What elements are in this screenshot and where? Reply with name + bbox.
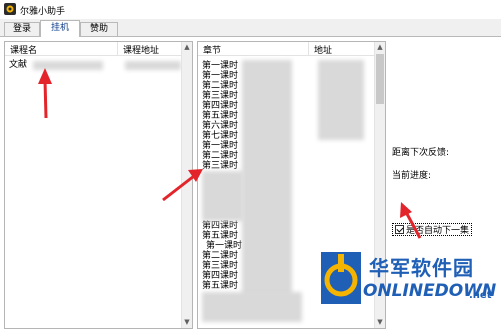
tab-sponsor[interactable]: 赞助 [80,22,118,37]
list-item[interactable]: 第三课时 [202,91,238,101]
window-title: 尔雅小助手 [20,7,66,17]
column-header-course-name[interactable]: 课程名 [10,43,37,56]
redacted-text [202,171,244,221]
list-item[interactable]: 第一课时 [202,61,238,71]
column-header-course-url[interactable]: 课程地址 [123,43,159,56]
course-list[interactable]: 课程名 课程地址 文献 ▲ ▼ [4,41,193,329]
auto-next-checkbox[interactable]: 是否自动下一集 [392,223,473,236]
redacted-text [202,292,302,322]
list-item[interactable]: 第三课时 [202,161,238,171]
redacted-text [33,61,103,70]
chapter-list-header: 章节 地址 [198,42,375,56]
redacted-text [125,61,181,70]
list-item[interactable]: 第四课时 [202,271,238,281]
onlinedown-watermark-logo: 华军软件园 ONLINEDOWN .net [321,250,497,314]
course-list-header: 课程名 课程地址 [5,42,182,56]
scroll-down-arrow-icon[interactable]: ▼ [182,317,192,328]
tab-hang-up[interactable]: 挂机 [40,20,80,37]
list-item[interactable]: 第六课时 [202,121,238,131]
list-item[interactable]: 第四课时 [202,221,238,231]
watermark-suffix-text: .net [469,290,492,301]
title-bar: 尔雅小助手 [0,0,501,19]
auto-next-label: 是否自动下一集 [406,226,470,236]
column-header-chapter[interactable]: 章节 [203,43,221,56]
checkbox-checked-icon[interactable] [395,225,404,234]
scroll-thumb[interactable] [376,54,384,104]
redacted-text [318,60,364,140]
column-divider[interactable] [117,42,118,56]
list-item[interactable]: 第七课时 [202,131,238,141]
progress-label: 当前进度: [392,171,432,181]
list-item[interactable]: 第一课时 [202,141,238,151]
app-logo-icon [4,3,16,15]
list-item[interactable]: 第四课时 [202,101,238,111]
list-item[interactable]: 第五课时 [202,231,238,241]
list-item[interactable]: 第三课时 [202,261,238,271]
scroll-up-arrow-icon[interactable]: ▲ [182,42,192,53]
tab-login[interactable]: 登录 [4,22,40,37]
column-divider[interactable] [308,42,309,56]
scroll-up-arrow-icon[interactable]: ▲ [375,42,385,53]
next-feedback-label: 距离下次反馈: [392,148,450,158]
scroll-down-arrow-icon[interactable]: ▼ [375,317,385,328]
list-item[interactable]: 第一课时 [206,241,242,251]
tab-strip: 登录 挂机 赞助 [0,19,501,37]
course-name: 文献 [9,60,28,70]
list-item[interactable]: 文献 [9,60,27,70]
list-item[interactable]: 第二课时 [202,151,238,161]
redacted-text [242,60,292,300]
watermark-chinese-text: 华军软件园 [369,256,474,280]
list-item[interactable]: 第二课时 [202,251,238,261]
list-item[interactable]: 第一课时 [202,71,238,81]
course-list-scrollbar[interactable]: ▲ ▼ [181,42,192,328]
list-item[interactable]: 第二课时 [202,81,238,91]
list-item[interactable]: 第五课时 [202,281,238,291]
list-item[interactable]: 第五课时 [202,111,238,121]
column-header-url[interactable]: 地址 [314,43,332,56]
